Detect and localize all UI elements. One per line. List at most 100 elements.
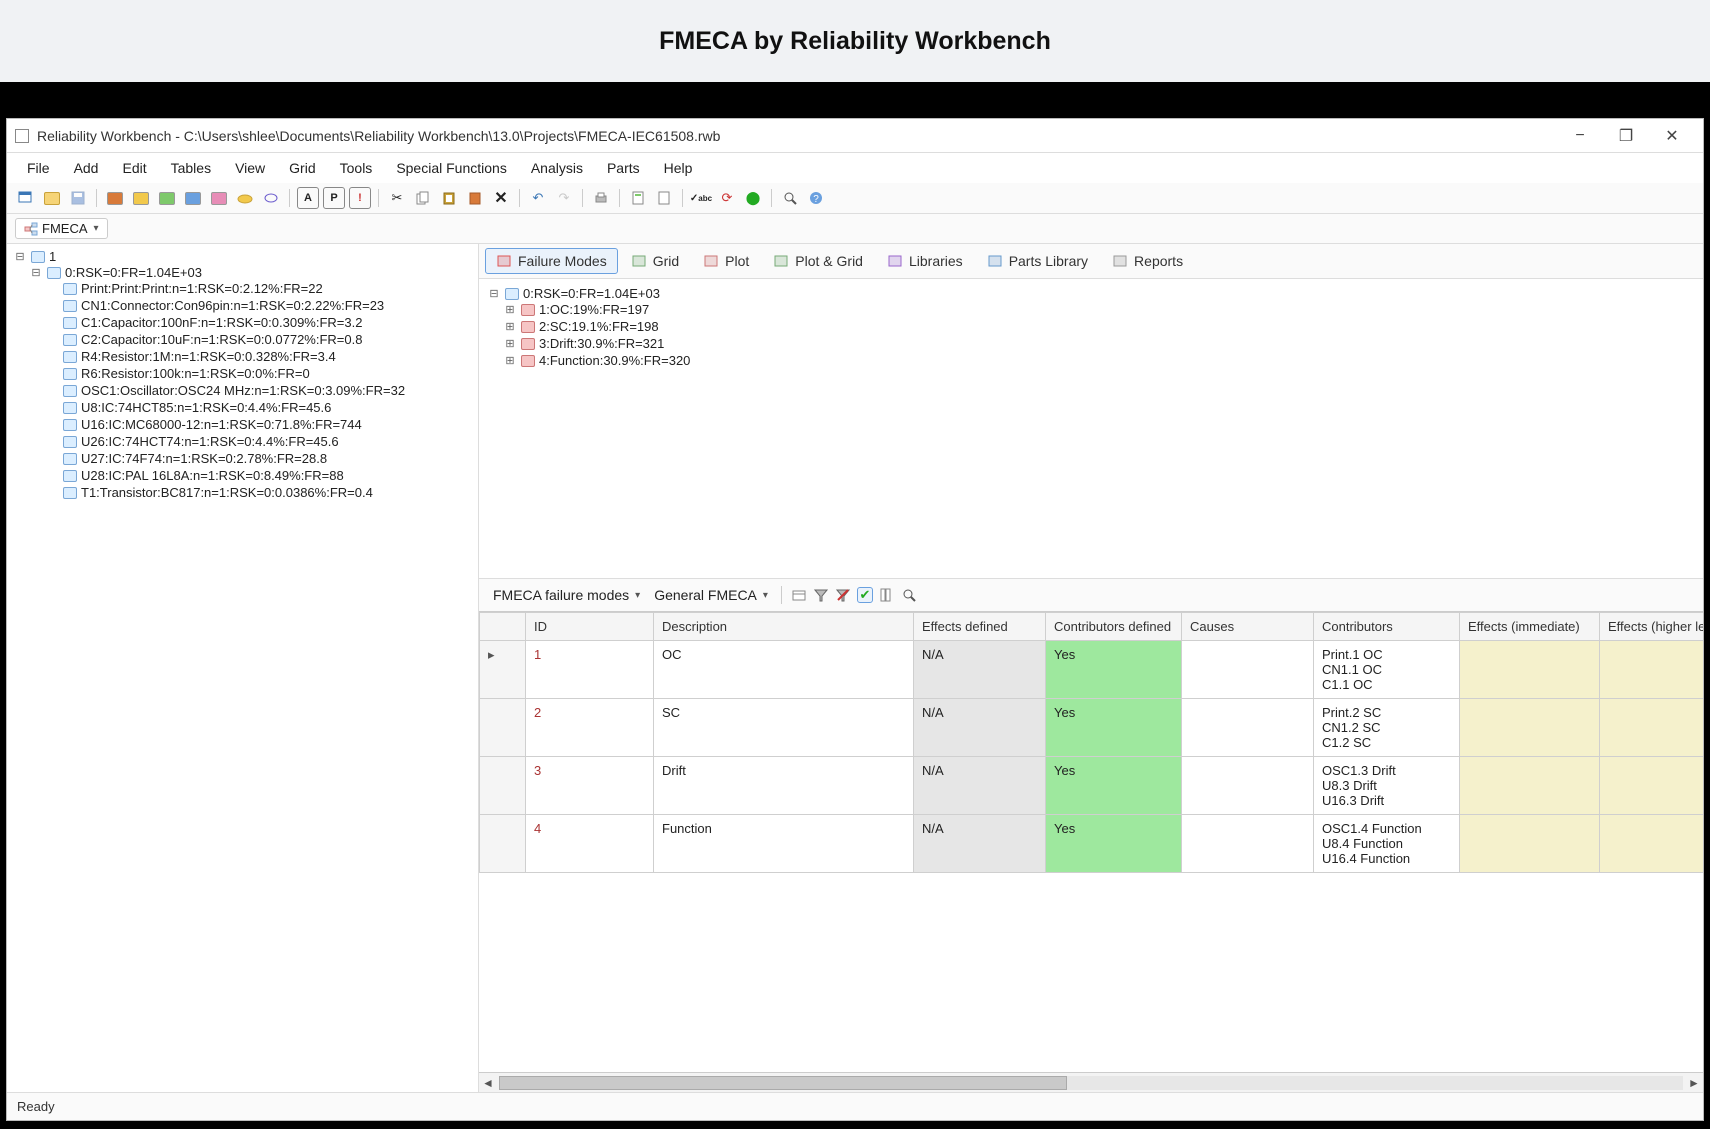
view-tab-libraries[interactable]: Libraries xyxy=(876,248,974,274)
tree-component-item[interactable]: U27:IC:74F74:n=1:RSK=0:2.78%:FR=28.8 xyxy=(45,450,472,467)
tree-block[interactable]: ⊟0:RSK=0:FR=1.04E+03 Print:Print:Print:n… xyxy=(29,264,472,502)
cell-contributors[interactable]: OSC1.3 DriftU8.3 DriftU16.3 Drift xyxy=(1314,757,1460,815)
scroll-right-icon[interactable]: ► xyxy=(1685,1076,1703,1090)
cell-id[interactable]: 4 xyxy=(526,815,654,873)
cell-causes[interactable] xyxy=(1182,641,1314,699)
row-selector[interactable] xyxy=(480,815,526,873)
grid-mode-dropdown[interactable]: General FMECA ▾ xyxy=(650,585,772,605)
row-selector[interactable] xyxy=(480,757,526,815)
fm-tree-root[interactable]: ⊟0:RSK=0:FR=1.04E+03 ⊞1:OC:19%:FR=197⊞2:… xyxy=(487,285,1695,370)
row-selector[interactable]: ▸ xyxy=(480,641,526,699)
menu-grid[interactable]: Grid xyxy=(279,157,325,179)
tree-component-item[interactable]: T1:Transistor:BC817:n=1:RSK=0:0.0386%:FR… xyxy=(45,484,472,501)
cell-effects-defined[interactable]: N/A xyxy=(914,757,1046,815)
oval-icon[interactable] xyxy=(260,187,282,209)
failure-modes-tree[interactable]: ⊟0:RSK=0:FR=1.04E+03 ⊞1:OC:19%:FR=197⊞2:… xyxy=(479,279,1703,579)
tree-component-item[interactable]: CN1:Connector:Con96pin:n=1:RSK=0:2.22%:F… xyxy=(45,297,472,314)
cell-effects-higher[interactable] xyxy=(1600,641,1704,699)
menu-tools[interactable]: Tools xyxy=(330,157,383,179)
tree-component-item[interactable]: R6:Resistor:100k:n=1:RSK=0:0%:FR=0 xyxy=(45,365,472,382)
check-toggle-icon[interactable]: ✔ xyxy=(857,587,873,603)
folder1-icon[interactable] xyxy=(104,187,126,209)
new-window-icon[interactable] xyxy=(15,187,37,209)
cell-description[interactable]: OC xyxy=(654,641,914,699)
cell-effects-defined[interactable]: N/A xyxy=(914,699,1046,757)
find-in-grid-icon[interactable] xyxy=(901,587,917,603)
menu-edit[interactable]: Edit xyxy=(112,157,156,179)
expand-icon[interactable]: ⊞ xyxy=(503,337,517,350)
column-chooser-icon[interactable] xyxy=(879,587,895,603)
grid-edit-icon[interactable] xyxy=(791,587,807,603)
refresh-icon[interactable]: ⟳ xyxy=(716,187,738,209)
font-i-icon[interactable]: ! xyxy=(349,187,371,209)
view-tab-plot-grid[interactable]: Plot & Grid xyxy=(762,248,874,274)
collapse-icon[interactable]: ⊟ xyxy=(13,250,27,263)
cell-effects-immediate[interactable] xyxy=(1460,699,1600,757)
expand-icon[interactable]: ⊞ xyxy=(503,354,517,367)
menu-analysis[interactable]: Analysis xyxy=(521,157,593,179)
cell-effects-higher[interactable] xyxy=(1600,757,1704,815)
collapse-icon[interactable]: ⊟ xyxy=(487,287,501,300)
cell-effects-immediate[interactable] xyxy=(1460,757,1600,815)
scrollbar-track[interactable] xyxy=(499,1076,1683,1090)
spellcheck-icon[interactable]: ✓abc xyxy=(690,187,712,209)
cell-contributors[interactable]: Print.2 SCCN1.2 SCC1.2 SC xyxy=(1314,699,1460,757)
minimize-button[interactable]: − xyxy=(1557,122,1603,150)
col-effects-immediate[interactable]: Effects (immediate) xyxy=(1460,613,1600,641)
scrollbar-thumb[interactable] xyxy=(499,1076,1067,1090)
grid-source-dropdown[interactable]: FMECA failure modes ▾ xyxy=(489,585,644,605)
cell-description[interactable]: Drift xyxy=(654,757,914,815)
cell-contributors[interactable]: OSC1.4 FunctionU8.4 FunctionU16.4 Functi… xyxy=(1314,815,1460,873)
cell-id[interactable]: 3 xyxy=(526,757,654,815)
cell-effects-immediate[interactable] xyxy=(1460,641,1600,699)
print-icon[interactable] xyxy=(590,187,612,209)
paste-special-icon[interactable] xyxy=(464,187,486,209)
close-button[interactable]: ✕ xyxy=(1649,122,1695,150)
col-effects-higher[interactable]: Effects (higher level) xyxy=(1600,613,1704,641)
cell-causes[interactable] xyxy=(1182,815,1314,873)
col-description[interactable]: Description xyxy=(654,613,914,641)
grid-row[interactable]: ▸1OCN/AYesPrint.1 OCCN1.1 OCC1.1 OC xyxy=(480,641,1704,699)
module-dropdown[interactable]: FMECA ▾ xyxy=(15,218,108,239)
view-tab-grid[interactable]: Grid xyxy=(620,248,690,274)
view-tab-failure-modes[interactable]: Failure Modes xyxy=(485,248,618,274)
folder5-icon[interactable] xyxy=(208,187,230,209)
copy-icon[interactable] xyxy=(412,187,434,209)
cell-effects-defined[interactable]: N/A xyxy=(914,641,1046,699)
cell-effects-defined[interactable]: N/A xyxy=(914,815,1046,873)
fm-tree-item[interactable]: ⊞3:Drift:30.9%:FR=321 xyxy=(503,335,1695,352)
expand-icon[interactable]: ⊞ xyxy=(503,320,517,333)
menu-parts[interactable]: Parts xyxy=(597,157,650,179)
cell-contributors-defined[interactable]: Yes xyxy=(1046,641,1182,699)
undo-icon[interactable]: ↶ xyxy=(527,187,549,209)
failure-modes-grid[interactable]: ID Description Effects defined Contribut… xyxy=(479,612,1703,1092)
clear-filter-icon[interactable] xyxy=(835,587,851,603)
tree-component-item[interactable]: U16:IC:MC68000-12:n=1:RSK=0:71.8%:FR=744 xyxy=(45,416,472,433)
cell-contributors[interactable]: Print.1 OCCN1.1 OCC1.1 OC xyxy=(1314,641,1460,699)
redo-icon[interactable]: ↷ xyxy=(553,187,575,209)
open-icon[interactable] xyxy=(41,187,63,209)
view-tab-reports[interactable]: Reports xyxy=(1101,248,1194,274)
tree-root[interactable]: ⊟1 ⊟0:RSK=0:FR=1.04E+03 Print:Print:Prin… xyxy=(13,248,472,503)
filter-icon[interactable] xyxy=(813,587,829,603)
cell-id[interactable]: 2 xyxy=(526,699,654,757)
tree-component-item[interactable]: C2:Capacitor:10uF:n=1:RSK=0:0.0772%:FR=0… xyxy=(45,331,472,348)
cell-causes[interactable] xyxy=(1182,757,1314,815)
paste-icon[interactable] xyxy=(438,187,460,209)
row-selector[interactable] xyxy=(480,699,526,757)
report-icon[interactable] xyxy=(627,187,649,209)
menu-special-functions[interactable]: Special Functions xyxy=(386,157,517,179)
find-icon[interactable] xyxy=(779,187,801,209)
tree-component-item[interactable]: U26:IC:74HCT74:n=1:RSK=0:4.4%:FR=45.6 xyxy=(45,433,472,450)
restore-button[interactable]: ❐ xyxy=(1603,122,1649,150)
tree-component-item[interactable]: U8:IC:74HCT85:n=1:RSK=0:4.4%:FR=45.6 xyxy=(45,399,472,416)
fm-tree-item[interactable]: ⊞2:SC:19.1%:FR=198 xyxy=(503,318,1695,335)
tree-component-item[interactable]: U28:IC:PAL 16L8A:n=1:RSK=0:8.49%:FR=88 xyxy=(45,467,472,484)
help-icon[interactable]: ? xyxy=(805,187,827,209)
expand-icon[interactable]: ⊞ xyxy=(503,303,517,316)
font-p-icon[interactable]: P xyxy=(323,187,345,209)
folder4-icon[interactable] xyxy=(182,187,204,209)
sheet-icon[interactable] xyxy=(653,187,675,209)
cloud-icon[interactable] xyxy=(234,187,256,209)
cell-effects-higher[interactable] xyxy=(1600,699,1704,757)
